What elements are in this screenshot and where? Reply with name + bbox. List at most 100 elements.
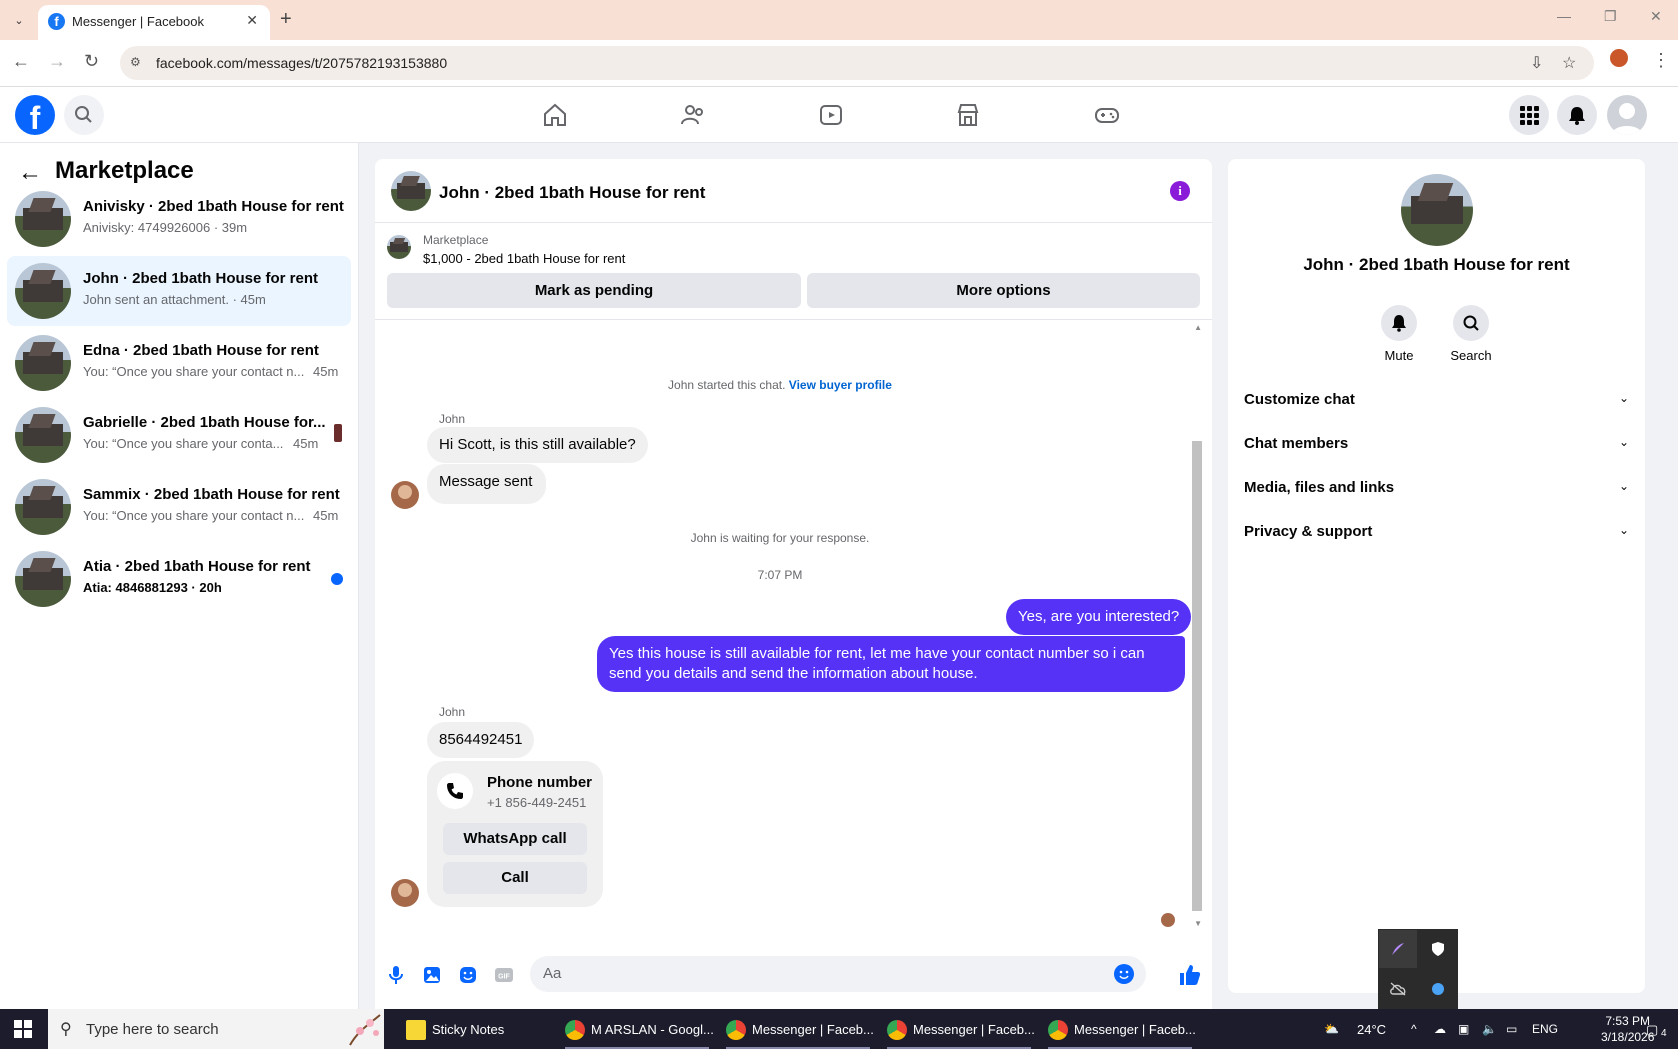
menu-grid-button[interactable] xyxy=(1509,95,1549,135)
weather-icon[interactable]: ⛅ xyxy=(1324,1022,1339,1036)
view-buyer-profile-link[interactable]: View buyer profile xyxy=(789,378,892,392)
conversation-preview: Anivisky: 4749926006 · 39m xyxy=(83,220,248,235)
browser-tab-bar: ⌄ f Messenger | Facebook ✕ + — ❐ ✕ xyxy=(0,0,1678,40)
message-composer: GIF Aa xyxy=(375,941,1212,1009)
home-icon[interactable] xyxy=(542,102,568,128)
gif-icon[interactable]: GIF xyxy=(494,965,514,985)
gaming-icon[interactable] xyxy=(1094,102,1120,128)
conversation-item[interactable]: Edna · 2bed 1bath House for rent You: “O… xyxy=(7,328,351,398)
url-field[interactable]: ⚙ facebook.com/messages/t/20757821931538… xyxy=(120,46,1594,80)
mark-as-pending-button[interactable]: Mark as pending xyxy=(387,273,801,308)
bell-icon xyxy=(1569,107,1585,125)
emoji-icon[interactable] xyxy=(1114,964,1134,984)
notifications-button[interactable] xyxy=(1557,95,1597,135)
network-icon[interactable]: ▭ xyxy=(1506,1022,1517,1036)
chat-avatar[interactable] xyxy=(391,171,431,211)
language-indicator[interactable]: ENG xyxy=(1532,1022,1558,1036)
scroll-down-icon[interactable]: ▼ xyxy=(1194,919,1202,928)
message-bubble[interactable]: 8564492451 xyxy=(427,722,535,758)
listing-thumbnail xyxy=(15,335,71,391)
back-icon[interactable]: ← xyxy=(12,51,30,72)
listing-thumbnail xyxy=(15,479,71,535)
close-window-icon[interactable]: ✕ xyxy=(1650,8,1662,25)
conversation-item[interactable]: Sammix · 2bed 1bath House for rent You: … xyxy=(7,472,351,542)
john-avatar[interactable] xyxy=(391,481,419,509)
listing-price[interactable]: $1,000 - 2bed 1bath House for rent xyxy=(423,251,625,266)
reload-icon[interactable]: ↻ xyxy=(84,51,99,72)
customize-chat-section[interactable]: Customize chat ⌄ xyxy=(1244,381,1629,421)
temperature[interactable]: 24°C xyxy=(1357,1022,1386,1037)
marketplace-icon[interactable] xyxy=(955,102,981,128)
tray-overflow-chevron-icon[interactable]: ^ xyxy=(1411,1022,1417,1036)
browser-tab[interactable]: f Messenger | Facebook ✕ xyxy=(38,5,270,40)
microphone-icon[interactable] xyxy=(386,965,406,985)
restore-icon[interactable]: ❐ xyxy=(1604,8,1617,25)
conversation-item[interactable]: Atia · 2bed 1bath House for rent Atia: 4… xyxy=(7,544,351,614)
conversation-name: Edna · 2bed 1bath House for rent xyxy=(83,342,319,359)
whatsapp-call-button[interactable]: WhatsApp call xyxy=(443,823,587,855)
account-avatar[interactable] xyxy=(1607,95,1647,135)
conversation-preview: You: “Once you share your contact n... xyxy=(83,508,305,523)
john-avatar[interactable] xyxy=(391,879,419,907)
site-info-icon[interactable]: ⚙ xyxy=(130,55,146,71)
message-bubble[interactable]: Hi Scott, is this still available? xyxy=(427,427,648,463)
browser-menu-icon[interactable]: ⋮ xyxy=(1652,50,1670,71)
chat-members-section[interactable]: Chat members ⌄ xyxy=(1244,425,1629,465)
sticker-icon[interactable] xyxy=(458,965,478,985)
vpn-app-icon[interactable] xyxy=(1419,970,1457,1008)
cloud-icon[interactable]: ☁ xyxy=(1434,1022,1446,1036)
grid-icon xyxy=(1520,106,1539,125)
my-message-bubble[interactable]: Yes this house is still available for re… xyxy=(597,636,1185,692)
conversation-preview: Atia: 4846881293 · 20h xyxy=(83,580,222,595)
waiting-notice: John is waiting for your response. xyxy=(690,531,870,545)
security-shield-icon[interactable] xyxy=(1419,930,1457,968)
cloud-offline-icon[interactable] xyxy=(1379,970,1417,1008)
info-avatar[interactable] xyxy=(1401,174,1473,246)
message-bubble[interactable]: Message sent xyxy=(427,464,547,504)
volume-icon[interactable]: 🔈 xyxy=(1482,1022,1497,1036)
chat-info-panel: John · 2bed 1bath House for rent Mute Se… xyxy=(1228,159,1645,993)
conversation-item[interactable]: Gabrielle · 2bed 1bath House for... You:… xyxy=(7,400,351,470)
chat-title[interactable]: John · 2bed 1bath House for rent xyxy=(439,183,705,203)
install-icon[interactable]: ⇩ xyxy=(1530,53,1543,73)
back-arrow-icon[interactable]: ← xyxy=(18,159,42,187)
info-icon[interactable]: i xyxy=(1170,181,1190,201)
conversation-item-active[interactable]: John · 2bed 1bath House for rent John se… xyxy=(7,256,351,326)
search-label: Search xyxy=(1450,348,1492,363)
taskbar-search-box[interactable]: ⚲ Type here to search xyxy=(48,1009,384,1049)
conversation-item[interactable]: Anivisky · 2bed 1bath House for rent Ani… xyxy=(7,184,351,254)
minimize-icon[interactable]: — xyxy=(1557,8,1571,24)
search-in-chat-button[interactable]: Search xyxy=(1441,305,1501,363)
conversation-preview: You: “Once you share your contact n... xyxy=(83,364,305,379)
message-list[interactable]: ▲ ▼ John started this chat. View buyer p… xyxy=(375,321,1212,941)
browser-profile-icon[interactable] xyxy=(1610,49,1628,67)
feather-app-icon[interactable] xyxy=(1379,930,1417,968)
facebook-logo-icon[interactable]: f xyxy=(15,95,55,136)
thumbs-up-icon[interactable] xyxy=(1178,963,1202,987)
facebook-search-button[interactable] xyxy=(64,95,104,135)
new-tab-icon[interactable]: + xyxy=(280,8,292,31)
marketplace-sidebar: ← Marketplace Anivisky · 2bed 1bath Hous… xyxy=(0,143,359,1009)
phone-card-number: +1 856-449-2451 xyxy=(487,795,587,810)
scroll-up-icon[interactable]: ▲ xyxy=(1194,323,1202,332)
call-button[interactable]: Call xyxy=(443,862,587,894)
my-message-bubble[interactable]: Yes, are you interested? xyxy=(1006,599,1192,635)
scrollbar-thumb[interactable] xyxy=(1192,441,1202,911)
media-files-links-section[interactable]: Media, files and links ⌄ xyxy=(1244,469,1629,509)
bookmark-star-icon[interactable]: ☆ xyxy=(1562,53,1576,73)
camera-icon[interactable]: ▣ xyxy=(1458,1022,1469,1036)
tab-search-icon[interactable]: ⌄ xyxy=(8,9,30,31)
notification-center-icon[interactable]: ▢ xyxy=(1646,1022,1658,1038)
photo-icon[interactable] xyxy=(422,965,442,985)
video-icon[interactable] xyxy=(818,102,844,128)
conversation-name: Gabrielle · 2bed 1bath House for... xyxy=(83,414,326,431)
windows-start-icon[interactable] xyxy=(14,1020,32,1038)
more-options-button[interactable]: More options xyxy=(807,273,1200,308)
privacy-support-section[interactable]: Privacy & support ⌄ xyxy=(1244,513,1629,553)
taskbar-search-placeholder: Type here to search xyxy=(86,1021,219,1038)
close-tab-icon[interactable]: ✕ xyxy=(246,12,258,29)
mute-button[interactable]: Mute xyxy=(1369,305,1429,363)
friends-icon[interactable] xyxy=(680,102,706,128)
message-input[interactable]: Aa xyxy=(530,956,1146,992)
forward-icon[interactable]: → xyxy=(48,51,66,72)
